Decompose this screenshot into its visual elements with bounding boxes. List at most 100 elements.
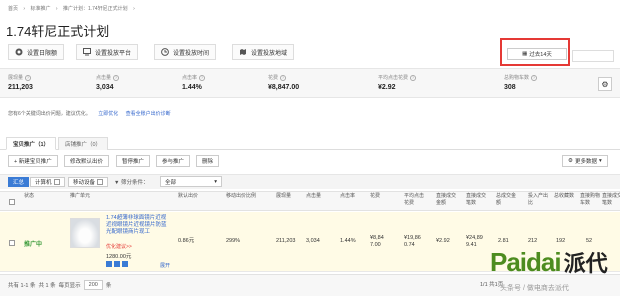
metric-value: 308 <box>504 84 516 91</box>
pause-button[interactable]: 暂停推广 <box>116 155 151 167</box>
col-mobile-ratio[interactable]: 移动出价比例 <box>226 193 256 200</box>
per-page-value: 200 <box>88 282 98 288</box>
breadcrumb-plan: 推广计划：1.74轩尼正式计划 <box>62 6 128 12</box>
total-count: 共 1 条 <box>38 283 56 289</box>
set-region-label: 设置投放地域 <box>251 50 288 57</box>
col-orders[interactable]: 直接成交 笔数 <box>602 193 620 207</box>
metric-impressions: 展现量? 211,203 <box>8 74 33 91</box>
col-total-amount[interactable]: 总成交金 额 <box>496 193 516 207</box>
col-status[interactable]: 状态 <box>24 193 34 200</box>
cell-roi: 2.81 <box>498 238 509 244</box>
select-all-checkbox[interactable] <box>9 199 15 205</box>
date-range-extra[interactable] <box>572 50 614 62</box>
expand-link[interactable]: 展开 <box>160 262 170 269</box>
help-icon[interactable]: ? <box>113 74 120 81</box>
segment-pc-label: 计算机 <box>35 180 52 186</box>
date-range-select[interactable]: ▦ 过去14天 <box>507 48 567 60</box>
set-region-button[interactable]: 设置投放地域 <box>232 44 295 60</box>
metric-label: 平均点击花费 <box>378 75 409 81</box>
optimize-link[interactable]: 立即优化 <box>98 111 118 117</box>
col-direct-orders[interactable]: 直接成交 笔数 <box>466 193 486 207</box>
set-time-label: 设置投放时间 <box>173 50 210 57</box>
tab-item-promotion[interactable]: 宝贝推广（1） <box>6 137 57 150</box>
segment-mobile[interactable]: 移动设备 <box>68 177 109 187</box>
metric-clicks: 点击量? 3,034 <box>96 74 120 91</box>
filter-condition-select[interactable]: 全部 ▾ <box>160 176 222 187</box>
cell-orders: 52 <box>586 238 593 244</box>
clock-icon <box>161 48 169 56</box>
segment-summary[interactable]: 汇总 <box>8 177 30 187</box>
breadcrumb-home[interactable]: 首页 <box>8 6 18 12</box>
help-icon[interactable]: ? <box>25 74 32 81</box>
product-price: 1280.00元 <box>106 254 132 260</box>
segment-pc[interactable]: 计算机 <box>30 177 65 187</box>
product-icons <box>106 261 128 267</box>
cell-direct-amount: ¥19,86 0.74 <box>404 235 421 248</box>
cell-favorites: 212 <box>528 238 538 244</box>
monitor-icon <box>83 48 91 56</box>
map-icon <box>240 49 246 55</box>
breadcrumb: 首页 › 标准推广 › 推广计划：1.74轩尼正式计划 › <box>8 5 139 12</box>
edit-icon[interactable] <box>106 261 112 267</box>
metric-value: ¥8,847.00 <box>268 84 300 91</box>
col-default-bid[interactable]: 默认出价 <box>178 193 198 200</box>
metric-cart: 总购物车数? 308 <box>504 74 538 91</box>
delete-button[interactable]: 删除 <box>196 155 220 167</box>
metric-label: 展现量 <box>8 75 24 81</box>
modify-bid-button[interactable]: 修改默认出价 <box>64 155 110 167</box>
breadcrumb-standard[interactable]: 标准推广 <box>30 6 50 12</box>
optimize-suggestion-link[interactable]: 优化建议>> <box>106 243 132 250</box>
diagnosis-link[interactable]: 查看全账户出价诊断 <box>126 111 171 117</box>
col-roi[interactable]: 投入产出 比 <box>528 193 548 207</box>
metric-value: ¥2.92 <box>378 84 396 91</box>
watermark-brand: Paidai <box>490 247 562 277</box>
metric-label: 点击量 <box>96 75 112 81</box>
col-cost[interactable]: 花费 <box>370 193 380 200</box>
cell-total-amount: ¥24,89 9.41 <box>466 235 483 248</box>
checkbox <box>97 179 104 185</box>
status-badge: 推广中 <box>24 242 43 248</box>
help-icon[interactable]: ? <box>531 74 538 81</box>
col-avg-cpc[interactable]: 平均点击 花费 <box>404 193 424 207</box>
breadcrumb-sep: › <box>55 6 58 12</box>
page-title: 1.74轩尼正式计划 <box>6 24 110 39</box>
set-time-button[interactable]: 设置投放时间 <box>154 44 217 60</box>
breadcrumb-sep: › <box>133 6 135 12</box>
set-daily-limit-button[interactable]: 设置日限额 <box>8 44 65 60</box>
row-checkbox[interactable] <box>9 240 15 246</box>
set-platform-button[interactable]: 设置投放平台 <box>76 44 139 60</box>
cell-default-bid[interactable]: 0.86元 <box>178 238 194 245</box>
help-icon[interactable]: ? <box>199 74 206 81</box>
col-direct-amount[interactable]: 直接成交 金额 <box>436 193 456 207</box>
cell-cost: ¥8,84 7.00 <box>370 235 384 248</box>
chevron-down-icon: ▾ <box>598 158 602 164</box>
col-favorites[interactable]: 总收藏数 <box>554 193 574 200</box>
gear-icon[interactable]: ⚙ <box>598 77 612 91</box>
more-data-label: 更多数据 <box>574 159 597 165</box>
cell-clicks: 3,034 <box>306 238 320 244</box>
per-page-unit: 条 <box>105 283 112 289</box>
pagination: 共有 1-1 条 共 1 条 每页显示 200 条 <box>8 280 111 290</box>
per-page-select[interactable]: 200 <box>83 280 103 290</box>
cell-mobile-ratio[interactable]: 299% <box>226 238 240 245</box>
help-icon[interactable]: ? <box>280 74 287 81</box>
metric-ctr: 点击率? 1.44% <box>182 74 206 91</box>
segment-mobile-label: 移动设备 <box>73 180 96 186</box>
report-icon[interactable] <box>122 261 128 267</box>
metric-value: 3,034 <box>96 84 114 91</box>
product-thumbnail[interactable] <box>70 218 100 248</box>
help-icon[interactable]: ? <box>410 74 417 81</box>
col-clicks[interactable]: 点击量 <box>306 193 321 200</box>
new-promotion-button[interactable]: + 新建宝贝推广 <box>8 155 58 167</box>
watermark-logo: Paidai 派代 <box>490 246 608 278</box>
col-ctr[interactable]: 点击率 <box>340 193 355 200</box>
per-page-label: 每页显示 <box>58 283 81 289</box>
col-cart[interactable]: 直接购物 车数 <box>580 193 600 207</box>
copy-icon[interactable] <box>114 261 120 267</box>
resume-button[interactable]: 参与推广 <box>156 155 191 167</box>
tab-shop-promotion[interactable]: 店铺推广（0） <box>58 137 109 150</box>
col-impressions[interactable]: 展现量 <box>276 193 291 200</box>
metric-label: 点击率 <box>182 75 198 81</box>
product-name-link[interactable]: 1.74超薄非球面镜片近视 近视眼镜片近视镜片防蓝 光配眼镜商片现工 <box>106 215 167 236</box>
more-data-button[interactable]: ⚙ 更多数据 ▾ <box>562 155 608 167</box>
